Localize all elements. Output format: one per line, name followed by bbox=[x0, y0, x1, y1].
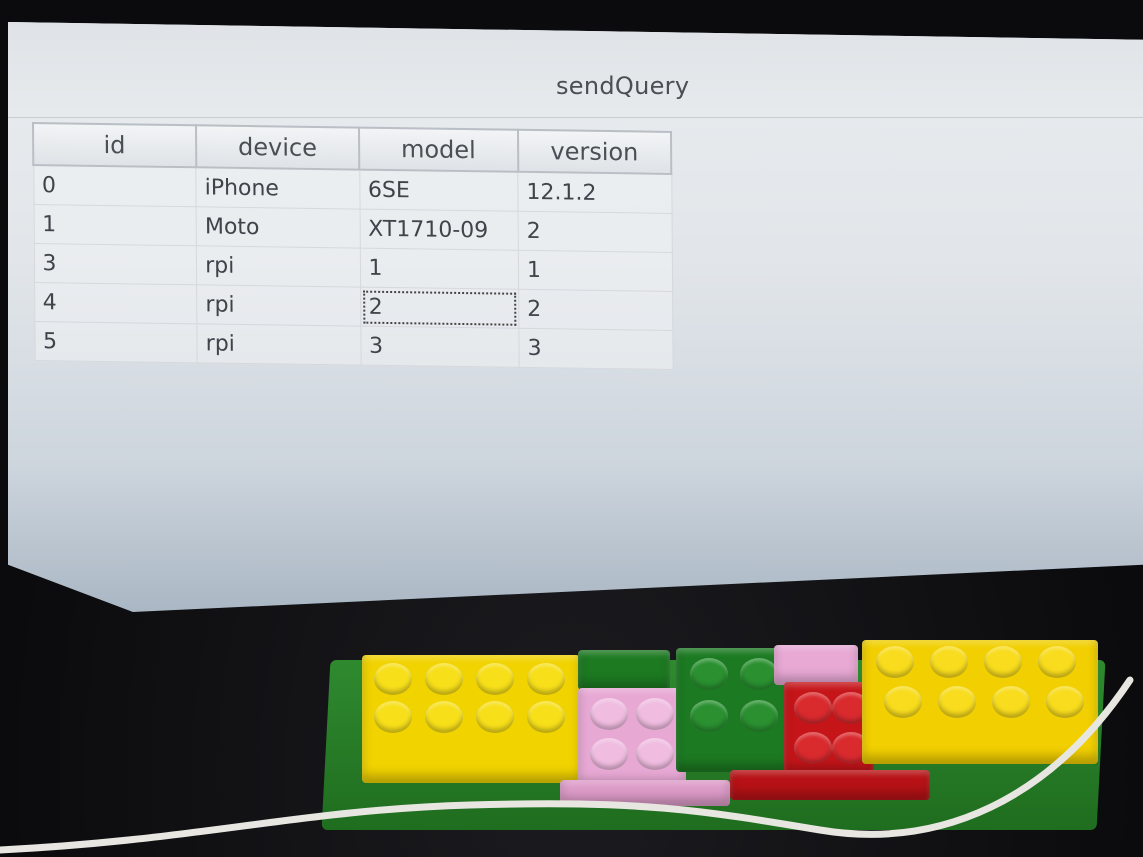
cell-device[interactable]: iPhone bbox=[196, 167, 360, 210]
cell-model[interactable]: 6SE bbox=[359, 169, 519, 212]
cell-id[interactable]: 5 bbox=[34, 321, 198, 363]
cell-model[interactable]: 3 bbox=[360, 326, 520, 368]
cell-id[interactable]: 3 bbox=[33, 243, 197, 285]
query-results-table[interactable]: id device model version 0 iPhone 6SE 12.… bbox=[32, 122, 674, 370]
cell-version[interactable]: 2 bbox=[518, 289, 673, 331]
white-cable bbox=[0, 676, 1134, 854]
monitor-screen: sendQuery id device model version 0 iPho… bbox=[8, 22, 1143, 612]
photo-scene: sendQuery id device model version 0 iPho… bbox=[0, 0, 1143, 857]
cell-id[interactable]: 0 bbox=[33, 165, 197, 207]
cell-device[interactable]: Moto bbox=[196, 206, 360, 249]
cell-version[interactable]: 12.1.2 bbox=[517, 171, 672, 214]
cell-device[interactable]: rpi bbox=[196, 284, 361, 327]
cell-id[interactable]: 4 bbox=[34, 282, 198, 324]
window-title: sendQuery bbox=[556, 72, 690, 100]
cell-device[interactable]: rpi bbox=[196, 245, 361, 288]
column-header-model[interactable]: model bbox=[358, 127, 518, 172]
table-row[interactable]: 5 rpi 3 3 bbox=[34, 321, 673, 370]
cell-version[interactable]: 3 bbox=[518, 328, 673, 370]
window-titlebar[interactable]: sendQuery bbox=[8, 22, 1143, 118]
cell-version[interactable]: 1 bbox=[518, 250, 673, 292]
cell-model-selected[interactable]: 2 bbox=[360, 287, 519, 329]
cell-model[interactable]: XT1710-09 bbox=[359, 209, 519, 251]
column-header-version[interactable]: version bbox=[517, 129, 672, 174]
cell-device[interactable]: rpi bbox=[197, 323, 361, 366]
cell-version[interactable]: 2 bbox=[518, 211, 672, 253]
cell-id[interactable]: 1 bbox=[33, 204, 197, 246]
column-header-device[interactable]: device bbox=[195, 125, 360, 170]
cell-model[interactable]: 1 bbox=[359, 248, 519, 290]
column-header-id[interactable]: id bbox=[33, 123, 197, 168]
